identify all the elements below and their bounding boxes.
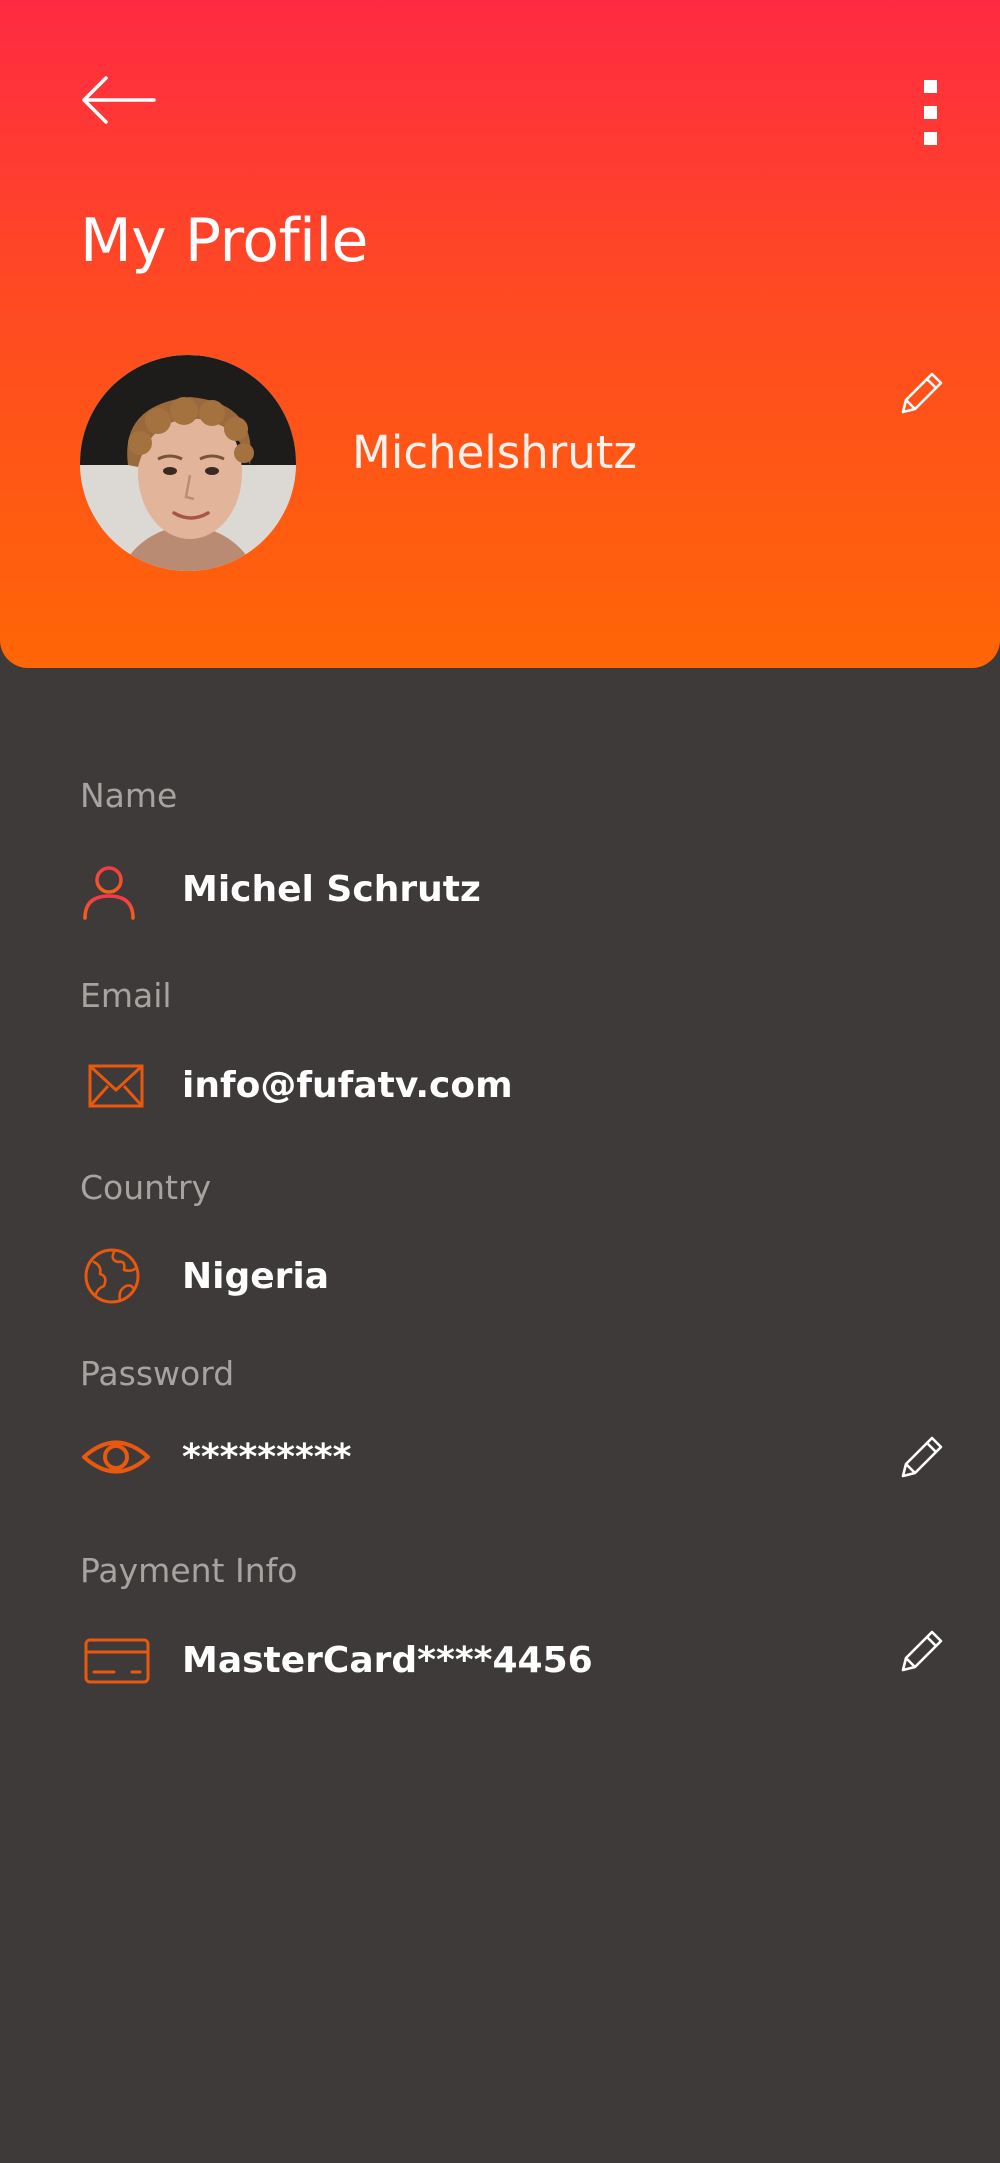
profile-username: Michelshrutz [352, 426, 638, 479]
more-options-button[interactable] [912, 74, 948, 154]
country-value: Nigeria [182, 1256, 330, 1297]
name-value: Michel Schrutz [182, 869, 481, 910]
back-button[interactable] [78, 72, 158, 128]
edit-payment-button[interactable] [893, 1624, 949, 1680]
edit-password-button[interactable] [893, 1430, 949, 1486]
eye-icon[interactable] [80, 1424, 152, 1490]
email-value: info@fufatv.com [182, 1065, 513, 1106]
avatar-photo [80, 355, 296, 571]
mail-icon [80, 1054, 146, 1120]
password-label: Password [80, 1354, 235, 1393]
profile-screen: My Profile Michelshrutz Name Michel Schr… [0, 0, 1000, 2163]
user-icon [80, 858, 146, 924]
payment-value: MasterCard****4456 [182, 1640, 593, 1681]
password-value: ********* [182, 1437, 352, 1478]
email-label: Email [80, 976, 172, 1015]
payment-label: Payment Info [80, 1551, 298, 1590]
edit-profile-button[interactable] [893, 366, 949, 422]
credit-card-icon [80, 1628, 152, 1694]
more-vertical-icon [924, 80, 937, 145]
globe-icon [80, 1244, 146, 1310]
name-label: Name [80, 776, 178, 815]
pencil-icon [901, 1436, 943, 1478]
avatar[interactable] [80, 355, 296, 571]
arrow-left-icon [82, 76, 156, 124]
pencil-icon [901, 372, 943, 414]
country-label: Country [80, 1168, 212, 1207]
page-title: My Profile [80, 206, 368, 276]
profile-header: My Profile Michelshrutz [0, 0, 1000, 668]
pencil-icon [901, 1630, 943, 1672]
